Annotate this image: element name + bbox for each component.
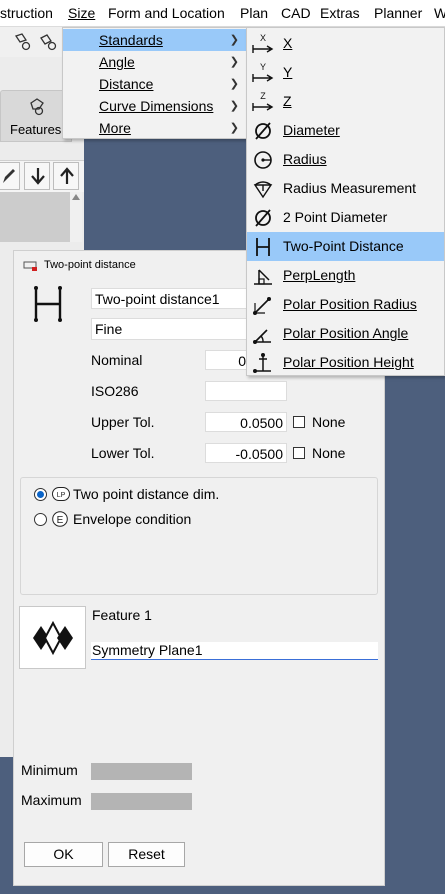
- scroll-up-icon[interactable]: [72, 194, 80, 200]
- minimum-label: Minimum: [21, 762, 78, 778]
- polar-height-icon: [253, 353, 271, 373]
- submenu-item-radius-measurement[interactable]: Radius Measurement: [247, 174, 444, 203]
- svg-text:Y: Y: [260, 62, 266, 72]
- submenu-arrow-icon: ❯: [229, 100, 239, 112]
- menu-planner[interactable]: Planner: [374, 5, 422, 21]
- feature-gear-icon[interactable]: [12, 32, 32, 52]
- radius-measurement-icon: [253, 181, 273, 199]
- menu-cad[interactable]: CAD: [281, 5, 311, 21]
- precision-select[interactable]: Fine: [91, 318, 251, 340]
- submenu-item-polar-position-height[interactable]: Polar Position Height: [247, 348, 444, 377]
- upper-tol-none-label: None: [312, 414, 346, 430]
- feature-list[interactable]: [0, 192, 70, 242]
- submenu-item-z[interactable]: Z Z: [247, 87, 444, 116]
- submenu-item-polar-position-radius[interactable]: Polar Position Radius: [247, 290, 444, 319]
- submenu-item-radius[interactable]: Radius: [247, 145, 444, 174]
- feature-1-label: Feature 1: [92, 607, 152, 623]
- lower-tol-input[interactable]: -0.0500: [205, 443, 287, 463]
- submenu-arrow-icon: ❯: [229, 56, 239, 68]
- envelope-condition-radio[interactable]: [34, 513, 47, 526]
- envelope-modifier-icon: E: [52, 511, 68, 527]
- svg-text:LP: LP: [57, 492, 66, 499]
- submenu-arrow-icon: ❯: [229, 78, 239, 90]
- feature-thumbnail: [19, 606, 86, 669]
- radius-icon: [254, 151, 272, 169]
- menu-form-and-location[interactable]: Form and Location: [108, 5, 225, 21]
- size-menu-item-standards[interactable]: Standards ❯: [63, 29, 247, 51]
- x-axis-icon: X: [252, 33, 274, 53]
- polar-radius-icon: [253, 297, 271, 315]
- vertical-scrollbar[interactable]: [70, 192, 82, 242]
- dimension-name-input[interactable]: Two-point distance1: [91, 288, 251, 309]
- two-point-distance-radio-label: Two point distance dim.: [73, 486, 220, 502]
- move-up-button[interactable]: [53, 162, 79, 190]
- maximum-label: Maximum: [21, 792, 82, 808]
- symmetry-plane-icon: [33, 620, 73, 656]
- size-menu-item-curve-dimensions[interactable]: Curve Dimensions ❯: [63, 95, 247, 117]
- submenu-item-two-point-distance[interactable]: Two-Point Distance: [247, 232, 444, 261]
- svg-text:E: E: [57, 515, 64, 526]
- arrow-down-icon: [31, 168, 45, 185]
- feature-tool-icon[interactable]: [38, 32, 58, 52]
- edit-button[interactable]: [0, 162, 20, 190]
- menu-extras[interactable]: Extras: [320, 5, 360, 21]
- z-axis-icon: Z: [252, 91, 274, 111]
- submenu-item-perplength[interactable]: PerpLength: [247, 261, 444, 290]
- nominal-label: Nominal: [91, 352, 143, 368]
- two-point-distance-icon: [34, 286, 62, 322]
- two-point-distance-icon: [256, 238, 270, 256]
- envelope-condition-radio-label: Envelope condition: [73, 511, 192, 527]
- polar-angle-icon: [253, 329, 271, 344]
- dialog-title: Two-point distance: [44, 259, 136, 271]
- submenu-item-2-point-diameter[interactable]: 2 Point Diameter: [247, 203, 444, 232]
- reset-button[interactable]: Reset: [108, 842, 185, 867]
- pencil-icon: [3, 169, 15, 183]
- menu-construction[interactable]: struction: [0, 5, 53, 21]
- features-tab-icon: [30, 98, 44, 116]
- menu-plan[interactable]: Plan: [240, 5, 268, 21]
- upper-tol-none-checkbox[interactable]: [293, 416, 305, 428]
- two-point-distance-radio[interactable]: [34, 488, 47, 501]
- y-axis-icon: Y: [252, 62, 274, 82]
- lp-modifier-icon: LP: [52, 487, 70, 501]
- svg-text:Z: Z: [260, 91, 266, 101]
- minimum-value-field: [91, 763, 192, 780]
- maximum-value-field: [91, 793, 192, 810]
- arrow-up-icon: [60, 167, 74, 184]
- lower-tol-label: Lower Tol.: [91, 445, 155, 461]
- size-menu-item-angle[interactable]: Angle ❯: [63, 51, 247, 73]
- lower-tol-none-label: None: [312, 445, 346, 461]
- feature-1-input[interactable]: Symmetry Plane1: [91, 642, 378, 660]
- submenu-arrow-icon: ❯: [229, 34, 239, 46]
- ok-button[interactable]: OK: [24, 842, 103, 867]
- iso286-label: ISO286: [91, 383, 139, 399]
- menubar: struction Size Form and Location Plan CA…: [0, 0, 445, 27]
- submenu-item-x[interactable]: X X: [247, 29, 444, 58]
- size-menu-item-more[interactable]: More ❯: [63, 117, 247, 139]
- two-point-diameter-icon: [255, 209, 271, 227]
- standards-submenu: X X Y Y Z Z Diameter Radius Radius Measu…: [246, 27, 445, 376]
- move-down-button[interactable]: [24, 162, 50, 190]
- perp-length-icon: [254, 269, 272, 285]
- submenu-arrow-icon: ❯: [229, 122, 239, 134]
- submenu-item-y[interactable]: Y Y: [247, 58, 444, 87]
- menu-w[interactable]: W: [434, 5, 445, 21]
- submenu-item-polar-position-angle[interactable]: Polar Position Angle: [247, 319, 444, 348]
- svg-text:X: X: [260, 33, 266, 43]
- toolbar: [0, 27, 64, 57]
- nominal-input[interactable]: 0: [205, 350, 250, 370]
- upper-tol-label: Upper Tol.: [91, 414, 155, 430]
- menu-size[interactable]: Size: [68, 5, 95, 21]
- upper-tol-input[interactable]: 0.0500: [205, 412, 287, 432]
- features-tab-label: Features: [10, 122, 62, 137]
- lower-tol-none-checkbox[interactable]: [293, 447, 305, 459]
- size-menu-dropdown: Standards ❯ Angle ❯ Distance ❯ Curve Dim…: [62, 27, 248, 139]
- submenu-item-diameter[interactable]: Diameter: [247, 116, 444, 145]
- dialog-title-icon: [23, 261, 37, 271]
- size-menu-item-distance[interactable]: Distance ❯: [63, 73, 247, 95]
- diameter-icon: [255, 122, 271, 140]
- iso286-input[interactable]: [205, 381, 287, 401]
